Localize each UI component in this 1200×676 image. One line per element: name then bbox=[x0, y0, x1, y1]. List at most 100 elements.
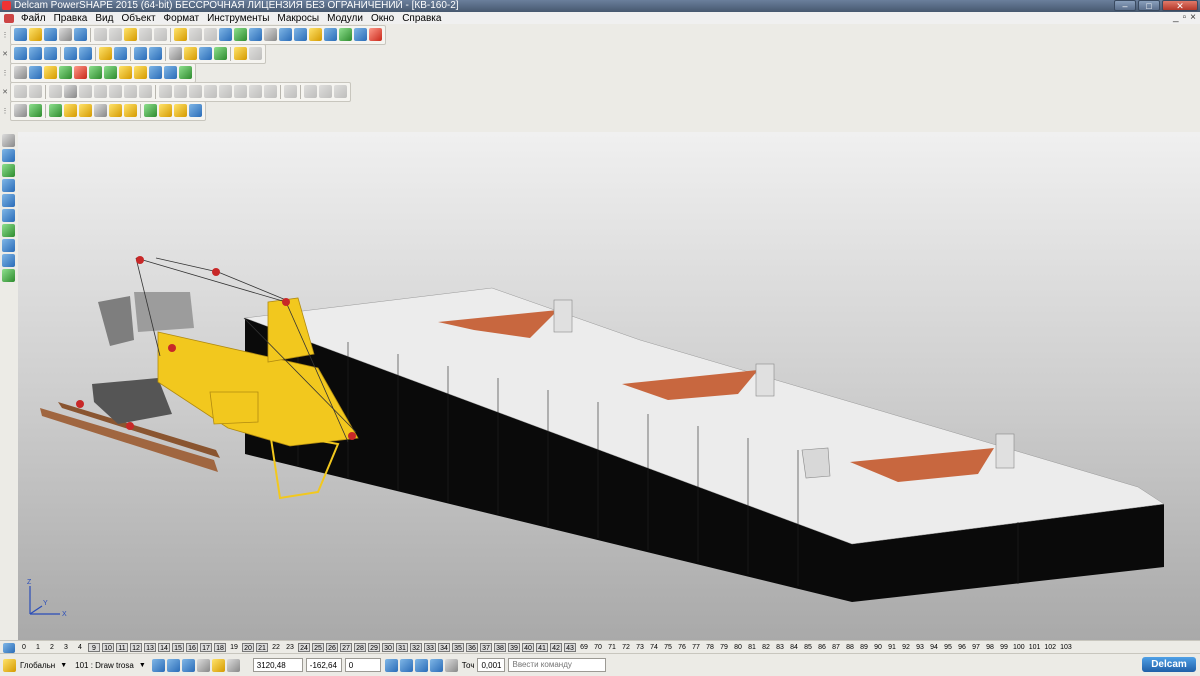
level-button[interactable]: 15 bbox=[172, 643, 184, 652]
relative-coords-icon[interactable] bbox=[399, 658, 413, 672]
die-icon[interactable] bbox=[134, 66, 147, 79]
workplane-select[interactable]: Глобальн ▼ bbox=[17, 658, 69, 672]
line-icon[interactable] bbox=[2, 179, 15, 192]
surface-torus-icon[interactable] bbox=[124, 85, 137, 98]
toolbar-grip[interactable]: ⋮ bbox=[2, 28, 9, 42]
barge-model[interactable] bbox=[244, 287, 1165, 602]
arc-icon[interactable] bbox=[2, 194, 15, 207]
toolbar-close-icon[interactable]: ✕ bbox=[2, 47, 8, 61]
coord-z-field[interactable]: 0 bbox=[344, 658, 381, 672]
level-button[interactable]: 93 bbox=[914, 643, 926, 652]
layers-icon[interactable] bbox=[339, 28, 352, 41]
protrusion-icon[interactable] bbox=[124, 104, 137, 117]
level-button[interactable]: 80 bbox=[732, 643, 744, 652]
levels-icon[interactable] bbox=[3, 642, 15, 653]
level-button[interactable]: 70 bbox=[592, 643, 604, 652]
axis-icon[interactable] bbox=[29, 104, 42, 117]
level-button[interactable]: 88 bbox=[844, 643, 856, 652]
shaded-icon[interactable] bbox=[324, 28, 337, 41]
document-icon[interactable] bbox=[4, 13, 14, 23]
curve-icon[interactable] bbox=[279, 28, 292, 41]
level-button[interactable]: 17 bbox=[200, 643, 212, 652]
surface-cone-icon[interactable] bbox=[109, 85, 122, 98]
level-button[interactable]: 102 bbox=[1043, 643, 1057, 652]
level-button[interactable]: 72 bbox=[620, 643, 632, 652]
level-button[interactable]: 79 bbox=[718, 643, 730, 652]
minimize-button[interactable]: – bbox=[1114, 0, 1136, 11]
grid-icon[interactable] bbox=[226, 658, 240, 672]
drawing-icon[interactable] bbox=[29, 66, 42, 79]
level-button[interactable]: 94 bbox=[928, 643, 940, 652]
level-button[interactable]: 90 bbox=[872, 643, 884, 652]
copy-icon[interactable] bbox=[109, 28, 122, 41]
shell-icon[interactable] bbox=[94, 104, 107, 117]
level-button[interactable]: 82 bbox=[760, 643, 772, 652]
info-icon[interactable] bbox=[149, 66, 162, 79]
measure-icon[interactable] bbox=[354, 28, 367, 41]
wireframe-icon[interactable] bbox=[199, 47, 212, 60]
level-button[interactable]: 33 bbox=[424, 643, 436, 652]
surface-trim-icon[interactable] bbox=[284, 85, 297, 98]
level-button[interactable]: 76 bbox=[676, 643, 688, 652]
mesh-icon[interactable] bbox=[2, 254, 15, 267]
level-button[interactable]: 3 bbox=[60, 643, 72, 652]
surface-blend-icon[interactable] bbox=[234, 85, 247, 98]
paste-special-icon[interactable] bbox=[139, 28, 152, 41]
zoom-all-icon[interactable] bbox=[169, 47, 182, 60]
rotate-icon[interactable] bbox=[294, 28, 307, 41]
hand-icon[interactable] bbox=[249, 47, 262, 60]
play-icon[interactable] bbox=[89, 66, 102, 79]
toolbar-close-icon[interactable]: ✕ bbox=[2, 85, 8, 99]
cut-icon[interactable] bbox=[94, 28, 107, 41]
surface-loft-icon[interactable] bbox=[189, 85, 202, 98]
level-button[interactable]: 99 bbox=[998, 643, 1010, 652]
open-file-icon[interactable] bbox=[29, 28, 42, 41]
mdi-restore-button[interactable]: ▫ bbox=[1183, 12, 1187, 24]
level-button[interactable]: 10 bbox=[102, 643, 114, 652]
multi-select-icon[interactable] bbox=[2, 149, 15, 162]
polar-coords-icon[interactable] bbox=[414, 658, 428, 672]
level-button[interactable]: 0 bbox=[18, 643, 30, 652]
surface-revolve-icon[interactable] bbox=[174, 85, 187, 98]
level-button[interactable]: 22 bbox=[270, 643, 282, 652]
menu-object[interactable]: Объект bbox=[117, 13, 159, 24]
level-button[interactable]: 9 bbox=[88, 643, 100, 652]
mold-icon[interactable] bbox=[119, 66, 132, 79]
surface-extrude-icon[interactable] bbox=[159, 85, 172, 98]
surface-morph-icon[interactable] bbox=[319, 85, 332, 98]
surface-fillet-icon[interactable] bbox=[219, 85, 232, 98]
level-button[interactable]: 84 bbox=[788, 643, 800, 652]
find-icon[interactable] bbox=[219, 28, 232, 41]
assembly-icon[interactable] bbox=[44, 66, 57, 79]
zoom-in-icon[interactable] bbox=[134, 47, 147, 60]
toolbar-grip[interactable]: ⋮ bbox=[2, 66, 9, 80]
calculator-icon[interactable] bbox=[14, 66, 27, 79]
menu-view[interactable]: Вид bbox=[91, 13, 117, 24]
view-iso-icon[interactable] bbox=[64, 47, 77, 60]
level-button[interactable]: 41 bbox=[536, 643, 548, 652]
quick-select-all-icon[interactable] bbox=[181, 658, 195, 672]
feature-icon[interactable] bbox=[49, 104, 62, 117]
level-button[interactable]: 42 bbox=[550, 643, 562, 652]
level-button[interactable]: 31 bbox=[396, 643, 408, 652]
spin-icon[interactable] bbox=[114, 47, 127, 60]
circle-icon[interactable] bbox=[264, 28, 277, 41]
select-arrow-icon[interactable] bbox=[2, 134, 15, 147]
mdi-minimize-button[interactable]: _ bbox=[1173, 12, 1179, 24]
select-icon[interactable] bbox=[234, 28, 247, 41]
level-button[interactable]: 85 bbox=[802, 643, 814, 652]
paste-icon[interactable] bbox=[124, 28, 137, 41]
3d-model-view[interactable]: X Z Y bbox=[18, 132, 1200, 640]
surface-sphere-icon[interactable] bbox=[94, 85, 107, 98]
new-file-icon[interactable] bbox=[14, 28, 27, 41]
select-filter-icon[interactable] bbox=[151, 658, 165, 672]
shade-icon[interactable] bbox=[184, 47, 197, 60]
intelligent-cursor-icon[interactable] bbox=[211, 658, 225, 672]
level-button[interactable]: 21 bbox=[256, 643, 268, 652]
quick-select-icon[interactable] bbox=[166, 658, 180, 672]
repeat-icon[interactable] bbox=[204, 28, 217, 41]
workplane-coords-icon[interactable] bbox=[429, 658, 443, 672]
level-button[interactable]: 86 bbox=[816, 643, 828, 652]
level-button[interactable]: 20 bbox=[242, 643, 254, 652]
electrode-icon[interactable] bbox=[59, 66, 72, 79]
